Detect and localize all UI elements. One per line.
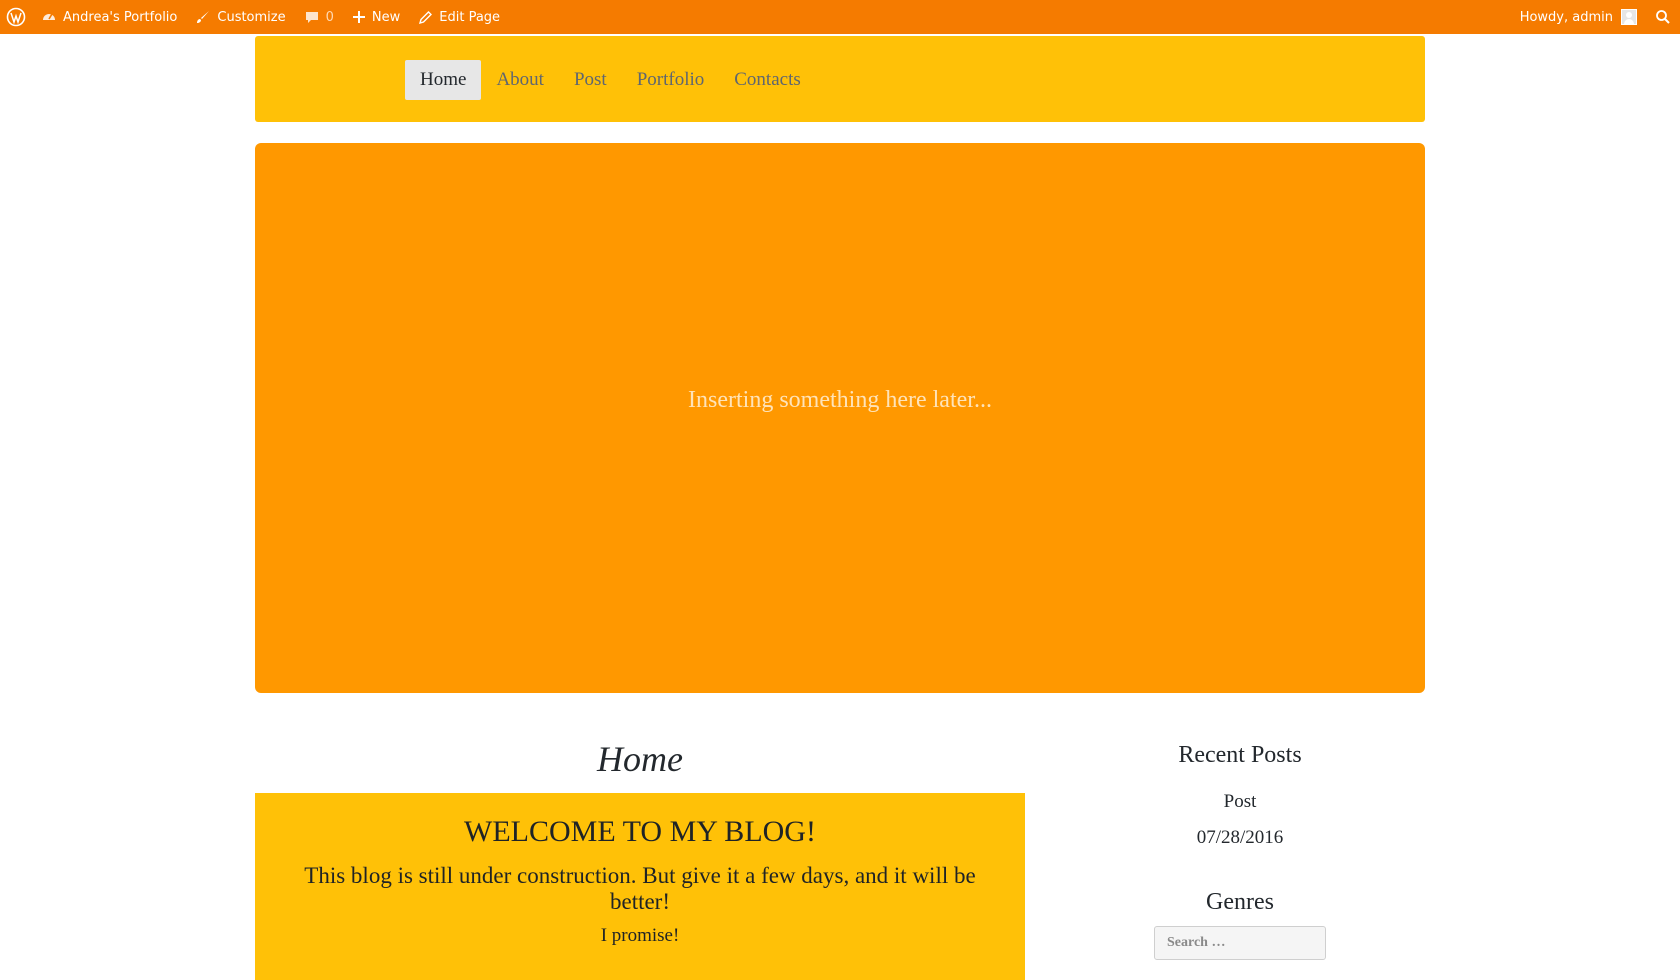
- nav-link-post[interactable]: Post: [559, 60, 622, 100]
- recent-posts-title: Recent Posts: [1178, 742, 1302, 768]
- nav-item-home: Home: [405, 60, 482, 100]
- search-form: [1100, 926, 1380, 960]
- plus-icon: [352, 10, 366, 24]
- welcome-text: This blog is still under construction. B…: [304, 863, 976, 914]
- admin-bar: Andrea's Portfolio Customize 0 New Edit …: [0, 0, 1680, 34]
- recent-post-date: 07/28/2016: [1196, 827, 1284, 848]
- pencil-icon: [418, 10, 433, 25]
- comment-icon: [304, 9, 320, 25]
- search-icon: [1655, 9, 1671, 25]
- wordpress-menu[interactable]: [0, 0, 32, 34]
- nav-item-portfolio: Portfolio: [622, 60, 720, 100]
- recent-post-link[interactable]: Post: [1100, 791, 1380, 813]
- new-label: New: [371, 9, 401, 25]
- edit-page-label: Edit Page: [439, 9, 501, 25]
- nav-item-contacts: Contacts: [719, 60, 816, 100]
- wordpress-logo-icon: [6, 7, 26, 27]
- sidebar: Recent Posts Post 07/28/2016 Genres: [1100, 738, 1380, 960]
- welcome-heading: WELCOME TO MY BLOG!: [464, 815, 816, 848]
- welcome-box: WELCOME TO MY BLOG! This blog is still u…: [255, 793, 1025, 980]
- nav-link-portfolio[interactable]: Portfolio: [622, 60, 720, 100]
- nav-link-home[interactable]: Home: [405, 60, 482, 100]
- site-name-link[interactable]: Andrea's Portfolio: [32, 0, 186, 34]
- customize-link[interactable]: Customize: [186, 0, 294, 34]
- comments-count: 0: [325, 9, 334, 25]
- genres-title: Genres: [1206, 889, 1274, 915]
- new-content-link[interactable]: New: [343, 0, 409, 34]
- admin-search-button[interactable]: [1646, 0, 1680, 34]
- site-name-label: Andrea's Portfolio: [63, 9, 178, 25]
- page-title: Home: [597, 739, 683, 779]
- edit-page-link[interactable]: Edit Page: [409, 0, 509, 34]
- paintbrush-icon: [195, 9, 211, 25]
- main-navigation: Home About Post Portfolio Contacts: [255, 36, 1425, 122]
- greeting-label: Howdy, admin: [1519, 9, 1613, 25]
- nav-menu: Home About Post Portfolio Contacts: [405, 60, 816, 100]
- nav-link-contacts[interactable]: Contacts: [719, 60, 816, 100]
- account-menu[interactable]: Howdy, admin: [1511, 0, 1646, 34]
- nav-item-about: About: [481, 60, 559, 100]
- nav-link-about[interactable]: About: [481, 60, 559, 100]
- dashboard-icon: [41, 9, 57, 25]
- avatar-icon: [1621, 9, 1637, 25]
- promise-text: I promise!: [600, 925, 680, 946]
- comments-link[interactable]: 0: [295, 0, 343, 34]
- hero-text: Inserting something here later...: [688, 386, 992, 413]
- search-input[interactable]: [1154, 926, 1326, 960]
- nav-item-post: Post: [559, 60, 622, 100]
- hero-banner: Inserting something here later...: [255, 143, 1425, 693]
- customize-label: Customize: [217, 9, 286, 25]
